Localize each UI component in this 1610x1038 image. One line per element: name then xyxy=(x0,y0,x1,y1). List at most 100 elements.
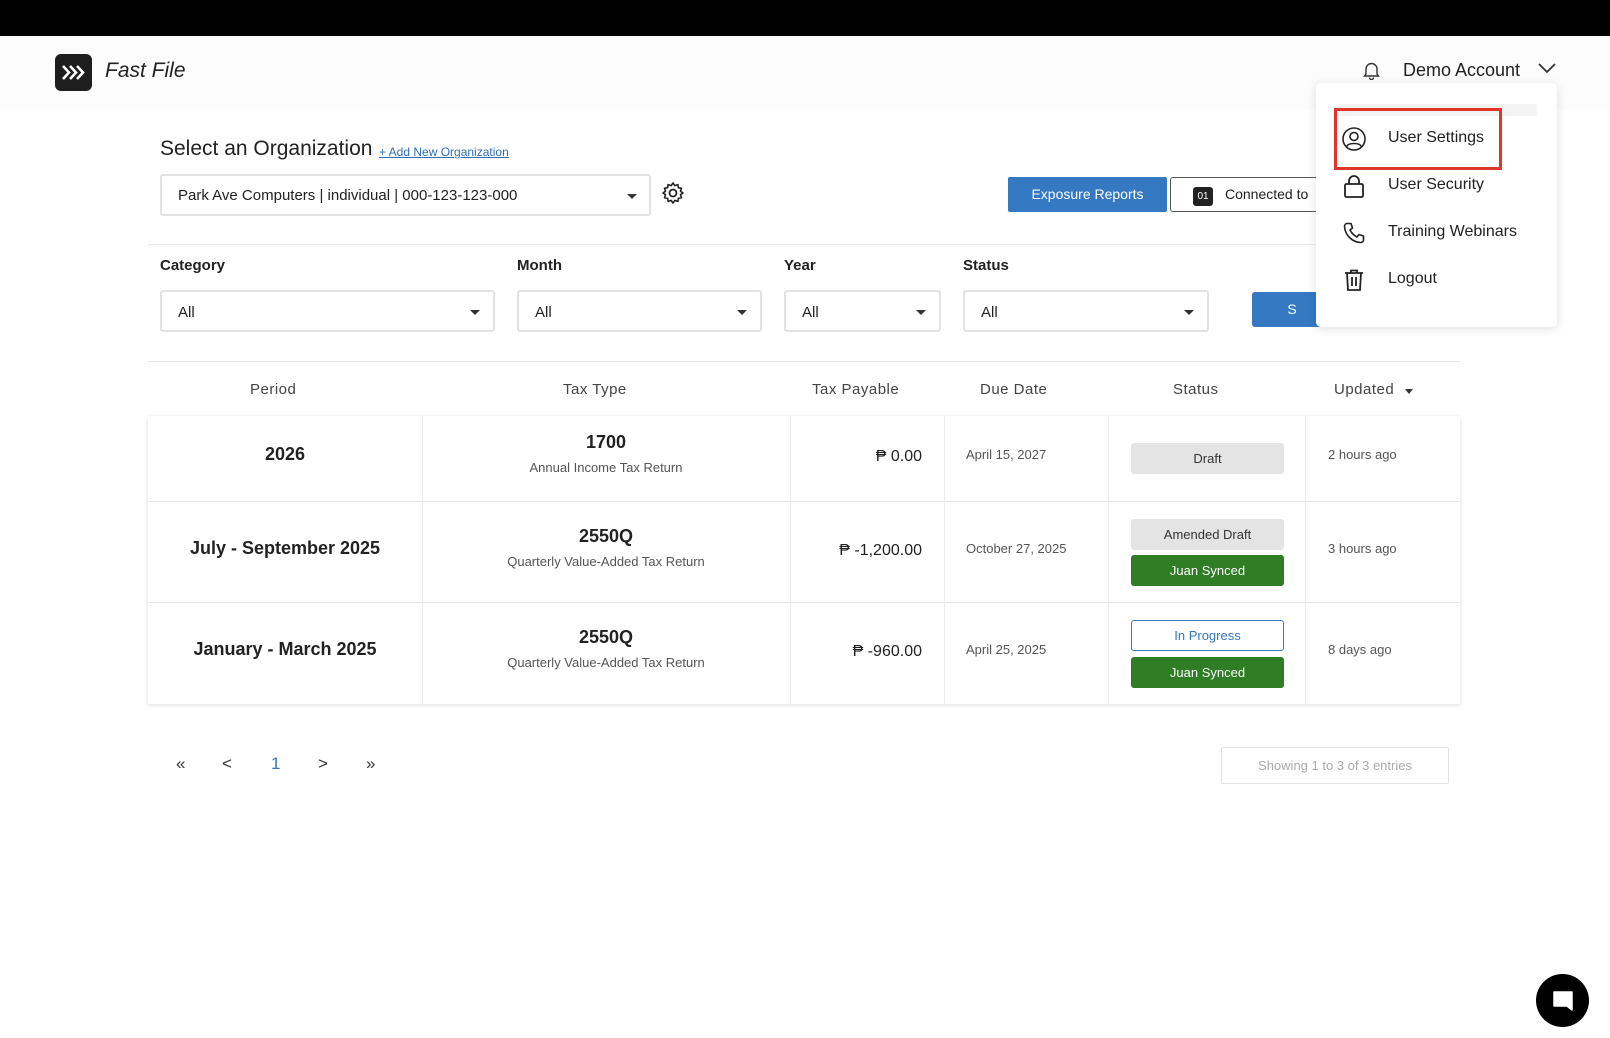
gear-icon[interactable] xyxy=(661,181,685,205)
column-header-updated-label: Updated xyxy=(1334,381,1395,398)
caret-down-icon xyxy=(470,310,480,315)
table-row[interactable]: July - September 2025 2550Q Quarterly Va… xyxy=(148,502,1460,603)
column-divider xyxy=(422,603,423,704)
account-menu-toggle[interactable]: Demo Account xyxy=(1403,60,1520,81)
synced-badge: Juan Synced xyxy=(1131,657,1284,688)
column-divider xyxy=(1305,416,1306,502)
period-cell: July - September 2025 xyxy=(189,538,381,558)
updated-time: 8 days ago xyxy=(1328,642,1392,657)
lock-icon xyxy=(1344,175,1364,198)
divider xyxy=(148,361,1460,362)
caret-down-icon xyxy=(1184,310,1194,315)
returns-table: 2026 1700 Annual Income Tax Return ₱ 0.0… xyxy=(148,416,1460,704)
status-label: Status xyxy=(963,257,1009,274)
page-1-button[interactable]: 1 xyxy=(271,754,280,774)
updated-time: 2 hours ago xyxy=(1328,447,1397,462)
column-divider xyxy=(1108,502,1109,603)
status-select[interactable]: All xyxy=(963,290,1209,332)
year-label: Year xyxy=(784,257,816,274)
org-section-title: Select an Organization xyxy=(160,137,373,160)
synced-badge: Juan Synced xyxy=(1131,555,1284,586)
prev-page-button[interactable]: < xyxy=(222,754,232,774)
chevron-down-icon[interactable] xyxy=(1538,63,1556,74)
month-label: Month xyxy=(517,257,562,274)
caret-down-icon xyxy=(916,310,926,315)
bell-icon[interactable] xyxy=(1363,61,1380,80)
app-logo[interactable] xyxy=(55,54,92,91)
due-date: April 25, 2025 xyxy=(966,642,1047,657)
connected-to-button[interactable]: 01 Connected to xyxy=(1170,177,1320,212)
next-page-button[interactable]: > xyxy=(318,754,328,774)
month-value: All xyxy=(535,304,552,321)
column-header-tax-payable[interactable]: Tax Payable xyxy=(812,381,899,398)
column-divider xyxy=(1108,603,1109,704)
highlight-box xyxy=(1334,108,1502,170)
connected-badge: 01 xyxy=(1193,187,1213,206)
month-select[interactable]: All xyxy=(517,290,762,332)
tax-code: 2550Q xyxy=(578,526,634,546)
category-select[interactable]: All xyxy=(160,290,495,332)
connected-label: Connected to xyxy=(1225,186,1309,202)
column-header-status[interactable]: Status xyxy=(1173,381,1219,398)
column-header-due-date[interactable]: Due Date xyxy=(980,381,1047,398)
category-label: Category xyxy=(160,257,226,274)
add-organization-link[interactable]: + Add New Organization xyxy=(379,145,509,159)
caret-down-icon xyxy=(737,310,747,315)
chevrons-icon xyxy=(62,65,85,80)
year-select[interactable]: All xyxy=(784,290,941,332)
chat-launcher-button[interactable] xyxy=(1536,974,1589,1027)
tax-payable: ₱ -1,200.00 xyxy=(839,542,922,559)
sort-caret-icon xyxy=(1405,389,1413,394)
column-divider xyxy=(1305,603,1306,704)
table-row[interactable]: 2026 1700 Annual Income Tax Return ₱ 0.0… xyxy=(148,416,1460,502)
column-divider xyxy=(944,416,945,502)
chat-icon xyxy=(1553,991,1573,1011)
tax-code: 1700 xyxy=(585,432,627,452)
organization-select-value: Park Ave Computers | individual | 000-12… xyxy=(178,187,518,204)
tax-code: 2550Q xyxy=(578,627,634,647)
column-divider xyxy=(1108,416,1109,502)
column-header-updated[interactable]: Updated xyxy=(1334,381,1413,398)
entries-summary: Showing 1 to 3 of 3 entries xyxy=(1221,747,1449,784)
period-cell: January - March 2025 xyxy=(193,639,377,659)
menu-item-label: Training Webinars xyxy=(1388,223,1517,240)
column-divider xyxy=(1305,502,1306,603)
due-date: October 27, 2025 xyxy=(966,541,1067,556)
tax-payable: ₱ -960.00 xyxy=(852,643,922,660)
column-divider xyxy=(422,502,423,603)
menu-item-label: Logout xyxy=(1388,270,1437,287)
tax-name: Annual Income Tax Return xyxy=(529,460,683,475)
status-badge: Draft xyxy=(1131,443,1284,474)
organization-select[interactable]: Park Ave Computers | individual | 000-12… xyxy=(160,174,651,216)
status-value: All xyxy=(981,304,998,321)
table-row[interactable]: January - March 2025 2550Q Quarterly Val… xyxy=(148,603,1460,704)
column-header-tax-type[interactable]: Tax Type xyxy=(563,381,627,398)
caret-down-icon xyxy=(627,194,637,199)
menu-item-user-security[interactable]: User Security xyxy=(1316,165,1557,207)
first-page-button[interactable]: « xyxy=(176,754,185,774)
year-value: All xyxy=(802,304,819,321)
menu-item-label: User Security xyxy=(1388,176,1485,193)
tax-name: Quarterly Value-Added Tax Return xyxy=(507,554,705,569)
column-divider xyxy=(944,603,945,704)
updated-time: 3 hours ago xyxy=(1328,541,1397,556)
status-badge: In Progress xyxy=(1131,620,1284,651)
trash-icon xyxy=(1345,269,1363,291)
phone-icon xyxy=(1343,222,1365,244)
tax-name: Quarterly Value-Added Tax Return xyxy=(507,655,705,670)
last-page-button[interactable]: » xyxy=(366,754,375,774)
tax-payable: ₱ 0.00 xyxy=(875,448,922,465)
divider xyxy=(148,244,1460,245)
category-value: All xyxy=(178,304,195,321)
column-divider xyxy=(422,416,423,502)
column-header-period[interactable]: Period xyxy=(250,381,296,398)
period-cell: 2026 xyxy=(264,444,306,464)
column-divider xyxy=(944,502,945,603)
menu-item-training-webinars[interactable]: Training Webinars xyxy=(1316,212,1557,254)
app-title: Fast File xyxy=(105,59,186,82)
status-badge: Amended Draft xyxy=(1131,519,1284,550)
top-black-bar xyxy=(0,0,1610,36)
due-date: April 15, 2027 xyxy=(966,447,1047,462)
exposure-reports-button[interactable]: Exposure Reports xyxy=(1008,177,1167,212)
menu-item-logout[interactable]: Logout xyxy=(1316,259,1557,301)
